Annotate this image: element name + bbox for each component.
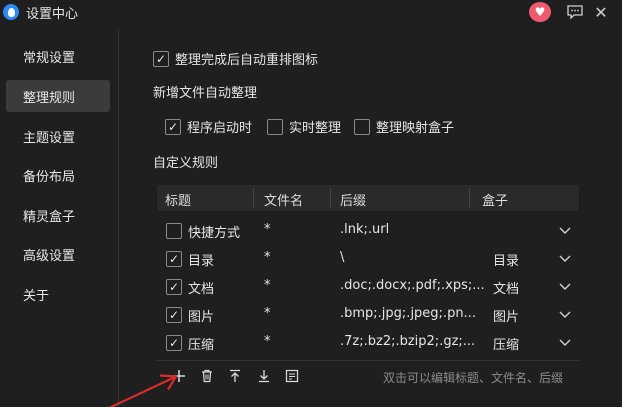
close-icon[interactable]: ✕: [590, 2, 612, 22]
table-row[interactable]: ✓ 图片 * .bmp;.jpg;.jpeg;.pn... 图片: [157, 301, 579, 329]
column-header-filename: 文件名: [264, 194, 304, 209]
row-title: 目录: [188, 254, 215, 269]
chevron-down-icon[interactable]: [558, 335, 572, 349]
realtime-checkbox[interactable]: 实时整理: [267, 117, 341, 136]
move-down-icon[interactable]: [253, 365, 275, 387]
sidebar-item-label: 常规设置: [23, 50, 76, 66]
row-title: 文档: [188, 282, 215, 297]
row-box: 目录: [493, 254, 520, 269]
on-startup-checkbox[interactable]: ✓ 程序启动时: [165, 117, 252, 136]
chevron-down-icon[interactable]: [558, 307, 572, 321]
row-filename: *: [264, 250, 271, 265]
column-separator: [469, 188, 470, 208]
table-row[interactable]: 快捷方式 * .lnk;.url: [157, 217, 579, 245]
row-title: 快捷方式: [188, 226, 241, 241]
checkbox-checked-icon[interactable]: ✓: [166, 335, 182, 351]
column-header-box: 盒子: [482, 194, 509, 209]
sidebar: 常规设置 整理规则 主题设置 备份布局 精灵盒子 高级设置 关于: [0, 36, 118, 407]
row-box: 图片: [493, 310, 520, 325]
delete-icon[interactable]: [196, 365, 218, 387]
column-separator: [330, 188, 331, 208]
row-title: 压缩: [188, 338, 215, 353]
chevron-down-icon[interactable]: [558, 223, 572, 237]
row-filename: *: [264, 334, 271, 349]
sidebar-item-label: 关于: [23, 288, 50, 304]
column-separator: [253, 188, 254, 208]
new-file-section-title: 新增文件自动整理: [153, 86, 258, 101]
window-title: 设置中心: [26, 7, 79, 22]
move-up-icon[interactable]: [224, 365, 246, 387]
on-startup-label: 程序启动时: [187, 121, 253, 136]
auto-arrange-checkbox[interactable]: ✓ 整理完成后自动重排图标: [153, 49, 318, 68]
sidebar-item-label: 整理规则: [23, 90, 76, 106]
sidebar-item-label: 备份布局: [23, 169, 76, 185]
table-row[interactable]: ✓ 压缩 * .7z;.bz2;.bzip2;.gz;... 压缩: [157, 329, 579, 357]
row-suffix: .bmp;.jpg;.jpeg;.pn...: [340, 306, 476, 321]
row-filename: *: [264, 222, 271, 237]
row-suffix: \: [340, 250, 345, 265]
row-filename: *: [264, 306, 271, 321]
app-logo-icon: [3, 4, 19, 20]
column-header-title: 标题: [165, 194, 192, 209]
annotation-arrow-icon: [109, 374, 178, 407]
checkbox-checked-icon[interactable]: ✓: [166, 251, 182, 267]
checkbox-unchecked-icon: [267, 118, 283, 135]
sidebar-item-advanced[interactable]: 高级设置: [6, 238, 110, 270]
sidebar-item-about[interactable]: 关于: [6, 278, 110, 310]
table-row[interactable]: ✓ 文档 * .doc;.docx;.pdf;.xps;... 文档: [157, 273, 579, 301]
custom-rules-section-title: 自定义规则: [153, 156, 219, 171]
map-box-checkbox[interactable]: 整理映射盒子: [354, 117, 454, 136]
checkbox-unchecked-icon[interactable]: [166, 223, 182, 239]
column-header-suffix: 后缀: [340, 194, 367, 209]
feedback-icon[interactable]: [564, 2, 586, 22]
row-box: 文档: [493, 282, 520, 297]
sidebar-item-label: 主题设置: [23, 130, 76, 146]
sidebar-item-boxes[interactable]: 精灵盒子: [6, 199, 110, 231]
sidebar-item-theme[interactable]: 主题设置: [6, 120, 110, 152]
row-title: 图片: [188, 310, 215, 325]
map-box-label: 整理映射盒子: [376, 121, 455, 136]
row-box: 压缩: [493, 338, 520, 353]
table-row[interactable]: ✓ 目录 * \ 目录: [157, 245, 579, 273]
row-filename: *: [264, 278, 271, 293]
checkbox-unchecked-icon: [354, 118, 370, 135]
rules-table-header: 标题 文件名 后缀 盒子: [157, 185, 579, 211]
row-suffix: .7z;.bz2;.bzip2;.gz;...: [340, 334, 476, 349]
checkbox-checked-icon[interactable]: ✓: [166, 307, 182, 323]
sidebar-item-backup[interactable]: 备份布局: [6, 159, 110, 191]
checkbox-checked-icon: ✓: [153, 50, 169, 67]
realtime-label: 实时整理: [289, 121, 342, 136]
checkbox-checked-icon: ✓: [165, 118, 181, 135]
title-bar: 设置中心 ♥ ✕: [0, 0, 622, 24]
edit-hint: 双击可以编辑标题、文件名、后缀: [383, 371, 564, 385]
chevron-down-icon[interactable]: [558, 251, 572, 265]
rules-panel: ✓ 整理完成后自动重排图标 新增文件自动整理 ✓ 程序启动时 实时整理 整理映射…: [119, 24, 622, 407]
checkbox-checked-icon[interactable]: ✓: [166, 279, 182, 295]
sidebar-item-general[interactable]: 常规设置: [6, 40, 110, 72]
row-suffix: .doc;.docx;.pdf;.xps;...: [340, 278, 485, 293]
auto-arrange-label: 整理完成后自动重排图标: [175, 53, 319, 68]
sidebar-item-label: 高级设置: [23, 248, 76, 264]
chevron-down-icon[interactable]: [558, 279, 572, 293]
sidebar-item-label: 精灵盒子: [23, 209, 76, 225]
heart-icon[interactable]: ♥: [529, 2, 551, 22]
import-icon[interactable]: [281, 365, 303, 387]
table-divider: [157, 360, 579, 361]
row-suffix: .lnk;.url: [340, 222, 390, 237]
sidebar-item-rules[interactable]: 整理规则: [6, 80, 110, 112]
